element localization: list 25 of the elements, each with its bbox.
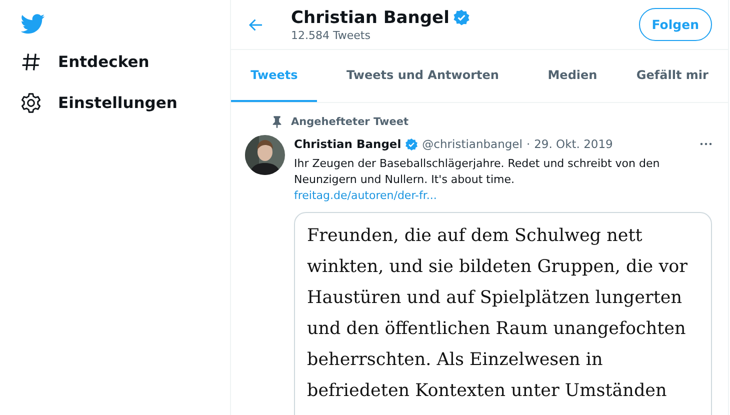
- separator: ·: [526, 137, 530, 151]
- sidebar-item[interactable]: Entdecken: [20, 52, 150, 72]
- pin-icon: [272, 116, 282, 128]
- tab[interactable]: Medien: [528, 50, 617, 102]
- tweet-date[interactable]: 29. Okt. 2019: [534, 137, 613, 151]
- settings-icon: [20, 92, 42, 114]
- card-text-line: winkten, und sie bildeten Gruppen, die vor: [307, 256, 688, 279]
- tweet-text: Ihr Zeugen der Baseballschlägerjahre. Redet und schreibt von den Neunzigern und Nullern. It's about time.: [294, 156, 661, 188]
- card-text-line: Haustüren und auf Spielplätzen lungerten: [307, 287, 683, 310]
- tab[interactable]: Gefällt mir: [616, 50, 728, 102]
- card-text-line: und den öffentlichen Raum unangefochten: [307, 318, 687, 341]
- sidebar-item[interactable]: Einstellungen: [20, 93, 178, 113]
- card-text-line: befriedeten Kontexten unter Umständen: [307, 380, 668, 403]
- tab[interactable]: Tweets und Antworten: [317, 50, 528, 102]
- more-icon[interactable]: [700, 142, 712, 146]
- pinned-label: Angehefteter Tweet: [291, 116, 408, 128]
- bird-logo-icon[interactable]: [21, 14, 45, 34]
- profile-name: Christian Bangel: [291, 8, 450, 28]
- author-handle[interactable]: @christianbangel: [422, 137, 522, 151]
- author-name[interactable]: Christian Bangel: [294, 137, 402, 151]
- tweet-link[interactable]: freitag.de/autoren/der-fr...: [294, 188, 712, 204]
- hashtag-icon: [20, 51, 42, 73]
- card-text-line: Freunden, die auf dem Schulweg nett: [307, 225, 644, 248]
- card-text-line: beherrschten. Als Einzelwesen in: [307, 349, 604, 372]
- tweet-count: 12.584 Tweets: [291, 28, 372, 42]
